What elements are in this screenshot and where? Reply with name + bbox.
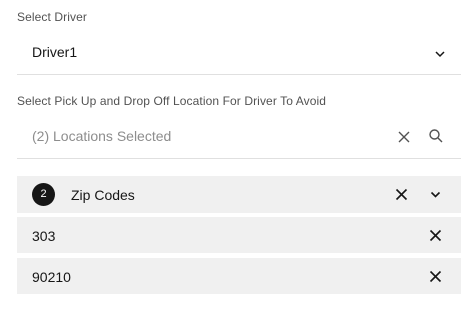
selected-item-label: 90210	[32, 269, 71, 285]
close-icon[interactable]	[395, 188, 408, 201]
driver-dropdown[interactable]: Driver1	[17, 33, 461, 75]
chevron-down-icon	[433, 47, 447, 61]
close-icon[interactable]	[396, 129, 412, 145]
selected-count-badge: 2	[32, 183, 55, 206]
driver-selected-value: Driver1	[32, 44, 78, 60]
group-title: Zip Codes	[71, 187, 135, 203]
close-icon[interactable]	[429, 270, 442, 283]
driver-label: Select Driver	[17, 10, 87, 24]
close-icon[interactable]	[429, 229, 442, 242]
selected-item: 303	[17, 217, 461, 253]
selected-item: 90210	[17, 258, 461, 294]
location-label: Select Pick Up and Drop Off Location For…	[17, 94, 327, 108]
chevron-down-icon[interactable]	[429, 188, 442, 201]
zip-codes-group[interactable]: 2 Zip Codes	[17, 176, 461, 213]
location-search-placeholder: (2) Locations Selected	[32, 128, 172, 144]
search-icon[interactable]	[428, 128, 444, 144]
selected-item-label: 303	[32, 228, 56, 244]
location-search-field[interactable]: (2) Locations Selected	[17, 116, 461, 159]
